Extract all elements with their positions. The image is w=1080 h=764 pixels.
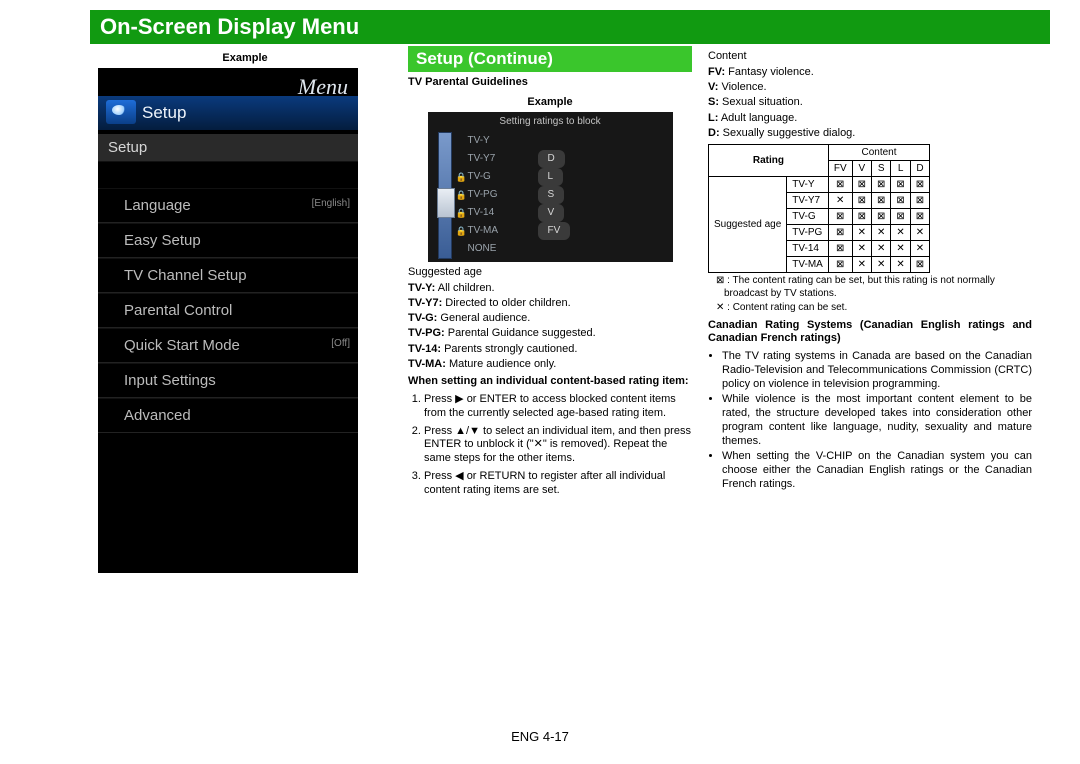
menu-item-tv-channel-setup: TV Channel Setup <box>98 258 358 293</box>
when-setting-heading: When setting an individual content-based… <box>408 375 692 389</box>
ratings-row: TV-Y7D <box>456 150 656 168</box>
example-label-mid: Example <box>408 96 692 108</box>
ratings-row: TV-Y <box>456 132 656 150</box>
step-2: Press ▲/▼ to select an individual item, … <box>424 425 692 466</box>
column-left: Example Menu Setup Setup Language [Engli… <box>90 46 400 573</box>
suggested-age-side: Suggested age <box>709 177 787 273</box>
canadian-bullet-1: The TV rating systems in Canada are base… <box>722 350 1032 391</box>
canadian-bullet-3: When setting the V-CHIP on the Canadian … <box>722 450 1032 491</box>
section-setup-continue: Setup (Continue) <box>408 46 692 72</box>
menu-item-quick-start-mode: Quick Start Mode [Off] <box>98 328 358 363</box>
column-middle: Setup (Continue) TV Parental Guidelines … <box>400 46 700 573</box>
note-boxed-x: ⊠ : The content rating can be set, but t… <box>716 275 1032 300</box>
instruction-steps: Press ▶ or ENTER to access blocked conte… <box>424 393 692 497</box>
page-title: On-Screen Display Menu <box>90 10 1050 44</box>
suggested-age-label: Suggested age <box>408 266 692 280</box>
ratings-row: NONE <box>456 240 656 258</box>
menu-item-parental-control: Parental Control <box>98 293 358 328</box>
menu-item-advanced: Advanced <box>98 398 358 433</box>
example-label-left: Example <box>98 52 392 64</box>
manual-page: On-Screen Display Menu Example Menu Setu… <box>0 0 1080 764</box>
setup-header-label: Setup <box>142 103 186 122</box>
content-header: Content <box>828 145 929 161</box>
canadian-bullets: The TV rating systems in Canada are base… <box>722 350 1032 492</box>
ratings-row: 🔒TV-GL <box>456 168 656 186</box>
menu-item-input-settings: Input Settings <box>98 363 358 398</box>
menu-item-language: Language [English] <box>98 188 358 223</box>
content-definitions: FV: Fantasy violence. V: Violence. S: Se… <box>708 65 1032 140</box>
menu-item-easy-setup: Easy Setup <box>98 223 358 258</box>
ratings-to-block-screenshot: Setting ratings to block TV-Y TV-Y7D 🔒TV… <box>428 112 673 262</box>
step-3: Press ◀ or RETURN to register after all … <box>424 470 692 498</box>
setup-menu-screenshot: Menu Setup Setup Language [English] Easy… <box>98 68 358 573</box>
ratings-rows: TV-Y TV-Y7D 🔒TV-GL 🔒TV-PGS 🔒TV-14V 🔒TV-M… <box>456 132 656 258</box>
setup-header: Setup <box>98 96 358 130</box>
canadian-bullet-2: While violence is the most important con… <box>722 393 1032 448</box>
ratings-row: 🔒TV-MAFV <box>456 222 656 240</box>
content-rating-table: Rating Content FV V S L D Suggested age … <box>708 144 930 273</box>
setup-icon <box>106 100 136 124</box>
rating-header: Rating <box>709 145 829 177</box>
page-footer: ENG 4-17 <box>0 729 1080 744</box>
note-plain-x: ✕ : Content rating can be set. <box>716 302 1032 315</box>
ratings-slider <box>438 132 452 259</box>
setup-menu-items: Language [English] Easy Setup TV Channel… <box>98 188 358 433</box>
content-columns: Example Menu Setup Setup Language [Engli… <box>90 46 1050 573</box>
age-definitions: TV-Y: All children. TV-Y7: Directed to o… <box>408 281 692 372</box>
ratings-row: 🔒TV-PGS <box>456 186 656 204</box>
content-label: Content <box>708 50 1032 64</box>
step-1: Press ▶ or ENTER to access blocked conte… <box>424 393 692 421</box>
ratings-shot-title: Setting ratings to block <box>428 112 673 127</box>
canadian-heading: Canadian Rating Systems (Canadian Englis… <box>708 319 1032 347</box>
ratings-row: 🔒TV-14V <box>456 204 656 222</box>
setup-subheader: Setup <box>98 134 358 162</box>
ratings-slider-knob <box>437 188 455 218</box>
column-right: Content FV: Fantasy violence. V: Violenc… <box>700 46 1040 573</box>
tv-parental-guidelines-heading: TV Parental Guidelines <box>408 76 692 90</box>
